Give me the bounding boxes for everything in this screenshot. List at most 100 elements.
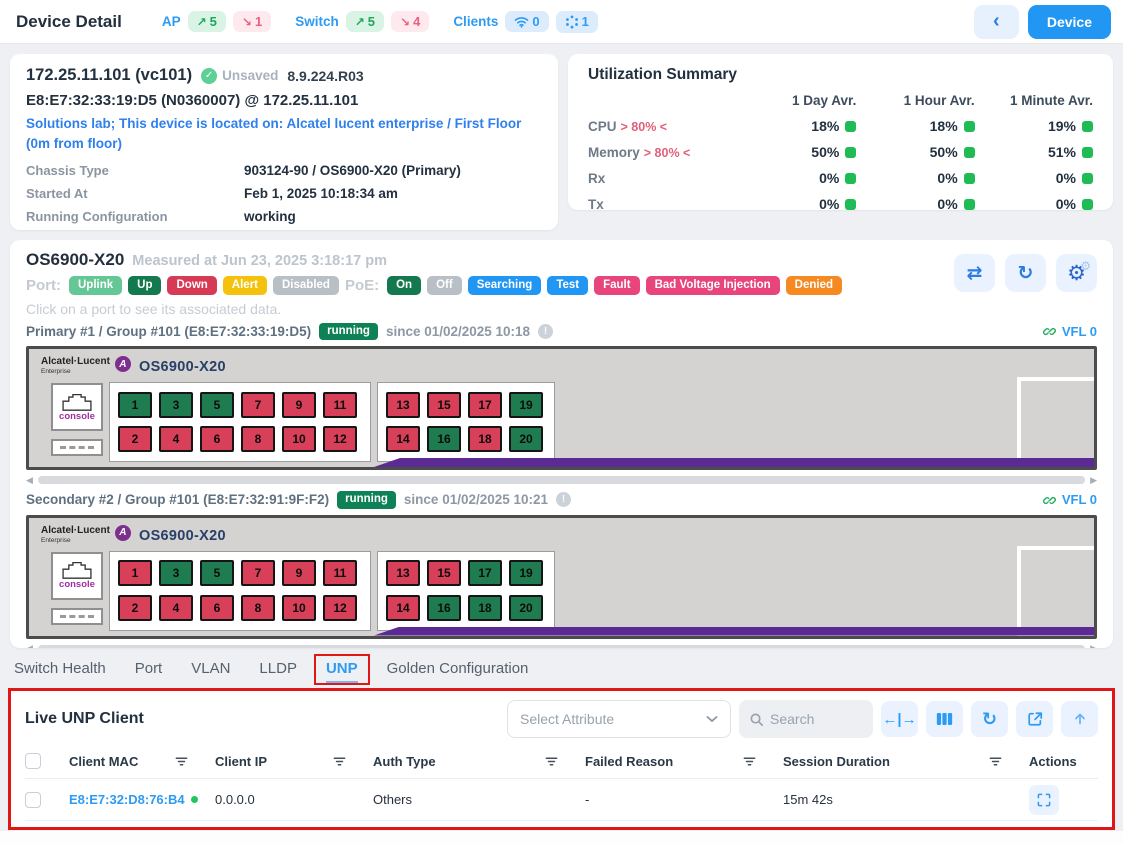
- info-icon[interactable]: !: [538, 324, 553, 339]
- port[interactable]: 13: [386, 392, 420, 418]
- port[interactable]: 14: [386, 426, 420, 452]
- port[interactable]: 15: [427, 392, 461, 418]
- port[interactable]: 8: [241, 595, 275, 621]
- port[interactable]: 14: [386, 595, 420, 621]
- clients-wifi-badge[interactable]: 0: [505, 11, 548, 32]
- device-button[interactable]: Device: [1028, 5, 1111, 39]
- port[interactable]: 8: [241, 426, 275, 452]
- vfl-link[interactable]: VFL 0: [1043, 492, 1097, 507]
- scroll-right-icon[interactable]: ▶: [1090, 644, 1097, 648]
- tab[interactable]: UNP: [324, 656, 360, 686]
- port[interactable]: 12: [323, 595, 357, 621]
- port[interactable]: 1: [118, 560, 152, 586]
- scroll-right-icon[interactable]: ▶: [1090, 476, 1097, 485]
- tab[interactable]: LLDP: [257, 656, 299, 686]
- port[interactable]: 9: [282, 392, 316, 418]
- metric-value: 19%: [975, 118, 1093, 134]
- poe-state-badge: On: [387, 276, 421, 295]
- table-column-header[interactable]: Auth Type: [373, 754, 585, 769]
- table-column-header[interactable]: Client MAC: [69, 754, 215, 769]
- filter-icon[interactable]: [988, 755, 1003, 768]
- port[interactable]: 3: [159, 392, 193, 418]
- info-icon[interactable]: !: [556, 492, 571, 507]
- switch-down-badge[interactable]: ↘4: [391, 11, 429, 32]
- port[interactable]: 4: [159, 426, 193, 452]
- port[interactable]: 3: [159, 560, 193, 586]
- port[interactable]: 20: [509, 426, 543, 452]
- failed-reason-cell: -: [585, 792, 783, 807]
- port[interactable]: 2: [118, 426, 152, 452]
- scrollbar-track[interactable]: [38, 476, 1085, 484]
- table-column-header[interactable]: Actions: [1029, 754, 1098, 769]
- tab[interactable]: VLAN: [189, 656, 232, 686]
- table-column-header[interactable]: Client IP: [215, 754, 373, 769]
- tab[interactable]: Port: [133, 656, 165, 686]
- ap-up-badge[interactable]: ↗5: [188, 11, 226, 32]
- attribute-value: working: [244, 209, 542, 224]
- export-button[interactable]: [1061, 701, 1098, 737]
- table-column-header[interactable]: Failed Reason: [585, 754, 783, 769]
- scroll-left-icon[interactable]: ◀: [26, 476, 33, 485]
- swap-view-button[interactable]: ⇄: [954, 254, 995, 292]
- ap-down-badge[interactable]: ↘1: [233, 11, 271, 32]
- vfl-link[interactable]: VFL 0: [1043, 324, 1097, 339]
- filter-icon[interactable]: [742, 755, 757, 768]
- scroll-left-icon[interactable]: ◀: [26, 644, 33, 648]
- tab[interactable]: Golden Configuration: [385, 656, 531, 686]
- port[interactable]: 11: [323, 392, 357, 418]
- filter-icon[interactable]: [544, 755, 559, 768]
- port[interactable]: 18: [468, 595, 502, 621]
- scrollbar-track[interactable]: [38, 645, 1085, 649]
- unp-client-table: Client MAC Client IP Auth Type: [25, 744, 1098, 821]
- port[interactable]: 5: [200, 560, 234, 586]
- select-all-checkbox[interactable]: [25, 753, 41, 769]
- metric-label: Memory> 80% <: [588, 145, 738, 160]
- port[interactable]: 6: [200, 595, 234, 621]
- port[interactable]: 11: [323, 560, 357, 586]
- port[interactable]: 4: [159, 595, 193, 621]
- console-port: console: [51, 383, 103, 431]
- port[interactable]: 10: [282, 426, 316, 452]
- port[interactable]: 5: [200, 392, 234, 418]
- port[interactable]: 19: [509, 560, 543, 586]
- port-legend-label: Port:: [26, 277, 61, 294]
- switch-up-badge[interactable]: ↗5: [346, 11, 384, 32]
- back-button[interactable]: ‹: [974, 5, 1019, 39]
- port[interactable]: 18: [468, 426, 502, 452]
- clients-mesh-badge[interactable]: 1: [556, 11, 598, 33]
- port[interactable]: 1: [118, 392, 152, 418]
- port[interactable]: 7: [241, 392, 275, 418]
- port[interactable]: 15: [427, 560, 461, 586]
- search-input[interactable]: [770, 711, 860, 727]
- table-column-header[interactable]: Session Duration: [783, 754, 1029, 769]
- port[interactable]: 10: [282, 595, 316, 621]
- port[interactable]: 12: [323, 426, 357, 452]
- row-checkbox[interactable]: [25, 792, 41, 808]
- port[interactable]: 6: [200, 426, 234, 452]
- usb-port: [51, 608, 103, 625]
- refresh-button[interactable]: ↻: [1005, 254, 1046, 292]
- device-location-link[interactable]: Solutions lab; This device is located on…: [26, 114, 534, 153]
- port[interactable]: 9: [282, 560, 316, 586]
- port[interactable]: 20: [509, 595, 543, 621]
- filter-icon[interactable]: [174, 755, 189, 768]
- port[interactable]: 17: [468, 560, 502, 586]
- port[interactable]: 13: [386, 560, 420, 586]
- columns-button[interactable]: [926, 701, 963, 737]
- tab[interactable]: Switch Health: [12, 656, 108, 686]
- expand-row-button[interactable]: [1029, 785, 1059, 815]
- port[interactable]: 7: [241, 560, 275, 586]
- col-1-day: 1 Day Avr.: [738, 93, 856, 108]
- open-external-button[interactable]: [1016, 701, 1053, 737]
- port[interactable]: 16: [427, 426, 461, 452]
- settings-button[interactable]: ⚙⚙: [1056, 254, 1097, 292]
- port[interactable]: 16: [427, 595, 461, 621]
- filter-icon[interactable]: [332, 755, 347, 768]
- port[interactable]: 2: [118, 595, 152, 621]
- port[interactable]: 17: [468, 392, 502, 418]
- client-mac-link[interactable]: E8:E7:32:D8:76:B4: [69, 792, 185, 807]
- port[interactable]: 19: [509, 392, 543, 418]
- fit-columns-button[interactable]: ←|→: [881, 701, 918, 737]
- attribute-select[interactable]: Select Attribute: [507, 700, 731, 738]
- refresh-table-button[interactable]: ↻: [971, 701, 1008, 737]
